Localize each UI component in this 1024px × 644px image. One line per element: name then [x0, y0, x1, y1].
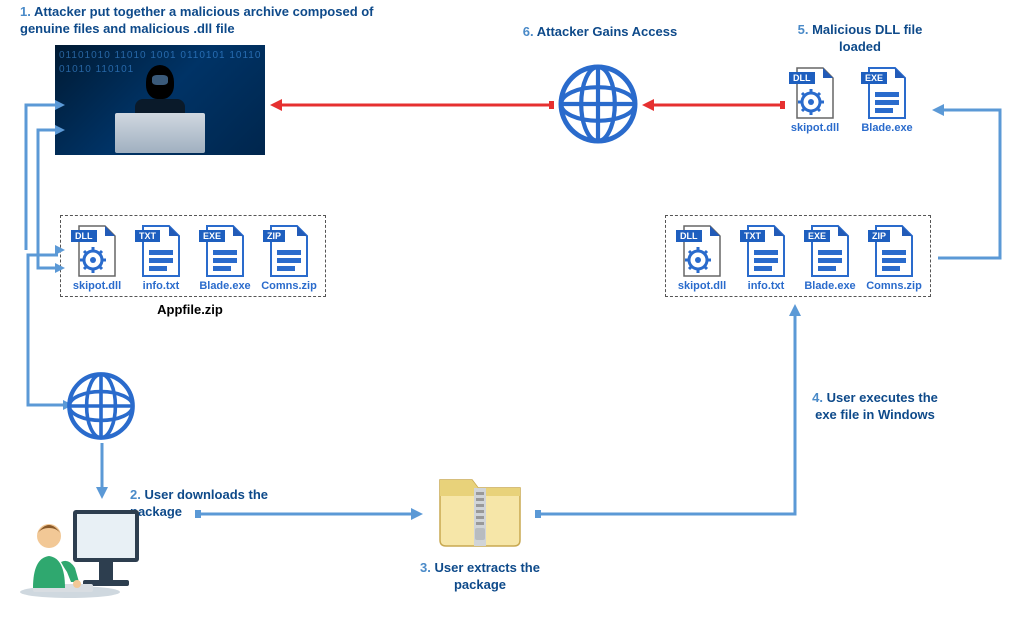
user-at-computer-icon	[15, 500, 145, 613]
archive-left-exe: EXE Blade.exe	[195, 224, 255, 292]
step-3-num: 3.	[420, 560, 431, 575]
archive-right-dll: DLL skipot.dll	[672, 224, 732, 292]
step-5-num: 5.	[798, 22, 809, 37]
arrow-archive-to-loaded	[920, 100, 1020, 270]
step-5-text: Malicious DLL file loaded	[812, 22, 922, 54]
archive-right-dll-badge: DLL	[676, 230, 702, 242]
attacker-image	[55, 45, 265, 155]
zip-folder-icon	[430, 458, 530, 556]
step-1-num: 1.	[20, 4, 31, 19]
archive-right-exe: EXE Blade.exe	[800, 224, 860, 292]
archive-right-txt-badge: TXT	[740, 230, 765, 242]
globe-icon-bottom	[65, 370, 137, 445]
step-1-label: 1. Attacker put together a malicious arc…	[20, 4, 420, 38]
archive-right-zip: ZIP Comns.zip	[864, 224, 924, 292]
exe-badge: EXE	[861, 72, 887, 84]
archive-left-zip-name: Comns.zip	[261, 280, 317, 292]
archive-left-zip-badge: ZIP	[263, 230, 285, 242]
archive-left-txt-name: info.txt	[143, 280, 180, 292]
file-exe-loaded: EXE Blade.exe	[857, 66, 917, 134]
dll-badge: DLL	[789, 72, 815, 84]
arrow-globe-to-user	[90, 443, 114, 501]
archive-left-txt-badge: TXT	[135, 230, 160, 242]
archive-left-label: Appfile.zip	[130, 302, 250, 319]
arrow-globe-to-attacker	[268, 95, 554, 115]
archive-left-exe-name: Blade.exe	[199, 280, 250, 292]
archive-left-dll-name: skipot.dll	[73, 280, 121, 292]
step-6-num: 6.	[523, 24, 534, 39]
step-3-label: 3. User extracts the package	[410, 560, 550, 594]
globe-icon-top	[556, 62, 640, 149]
archive-right-txt-name: info.txt	[748, 280, 785, 292]
dll-loaded-name: skipot.dll	[791, 122, 839, 134]
arrow-zip-to-archive	[535, 300, 815, 526]
step-5-label: 5. Malicious DLL file loaded	[780, 22, 940, 56]
step-4-num: 4.	[812, 390, 823, 405]
step-6-text: Attacker Gains Access	[537, 24, 677, 39]
archive-left-zip: ZIP Comns.zip	[259, 224, 319, 292]
archive-right: DLL skipot.dll TXT info.txt EXE Blade.ex…	[665, 215, 931, 297]
step-4-label: 4. User executes the exe file in Windows	[810, 390, 940, 424]
arrow-user-to-zip	[195, 504, 425, 524]
archive-left-txt: TXT info.txt	[131, 224, 191, 292]
archive-right-txt: TXT info.txt	[736, 224, 796, 292]
archive-left: DLL skipot.dll TXT info.txt EXE Blade.ex…	[60, 215, 326, 297]
archive-left-dll-badge: DLL	[71, 230, 97, 242]
step-6-label: 6. Attacker Gains Access	[500, 24, 700, 41]
step-4-text: User executes the exe file in Windows	[815, 390, 938, 422]
loaded-files: DLL skipot.dll EXE Blade.exe	[785, 66, 917, 134]
attacker-head	[146, 65, 174, 99]
archive-right-dll-name: skipot.dll	[678, 280, 726, 292]
arrow-files-to-globe	[640, 95, 785, 115]
step-1-text: Attacker put together a malicious archiv…	[20, 4, 374, 36]
step-3-text: User extracts the package	[434, 560, 540, 592]
archive-right-zip-name: Comns.zip	[866, 280, 922, 292]
archive-right-zip-badge: ZIP	[868, 230, 890, 242]
file-dll-loaded: DLL skipot.dll	[785, 66, 845, 134]
archive-left-exe-badge: EXE	[199, 230, 225, 242]
archive-right-exe-badge: EXE	[804, 230, 830, 242]
attacker-laptop	[115, 113, 205, 153]
archive-right-exe-name: Blade.exe	[804, 280, 855, 292]
exe-loaded-name: Blade.exe	[861, 122, 912, 134]
